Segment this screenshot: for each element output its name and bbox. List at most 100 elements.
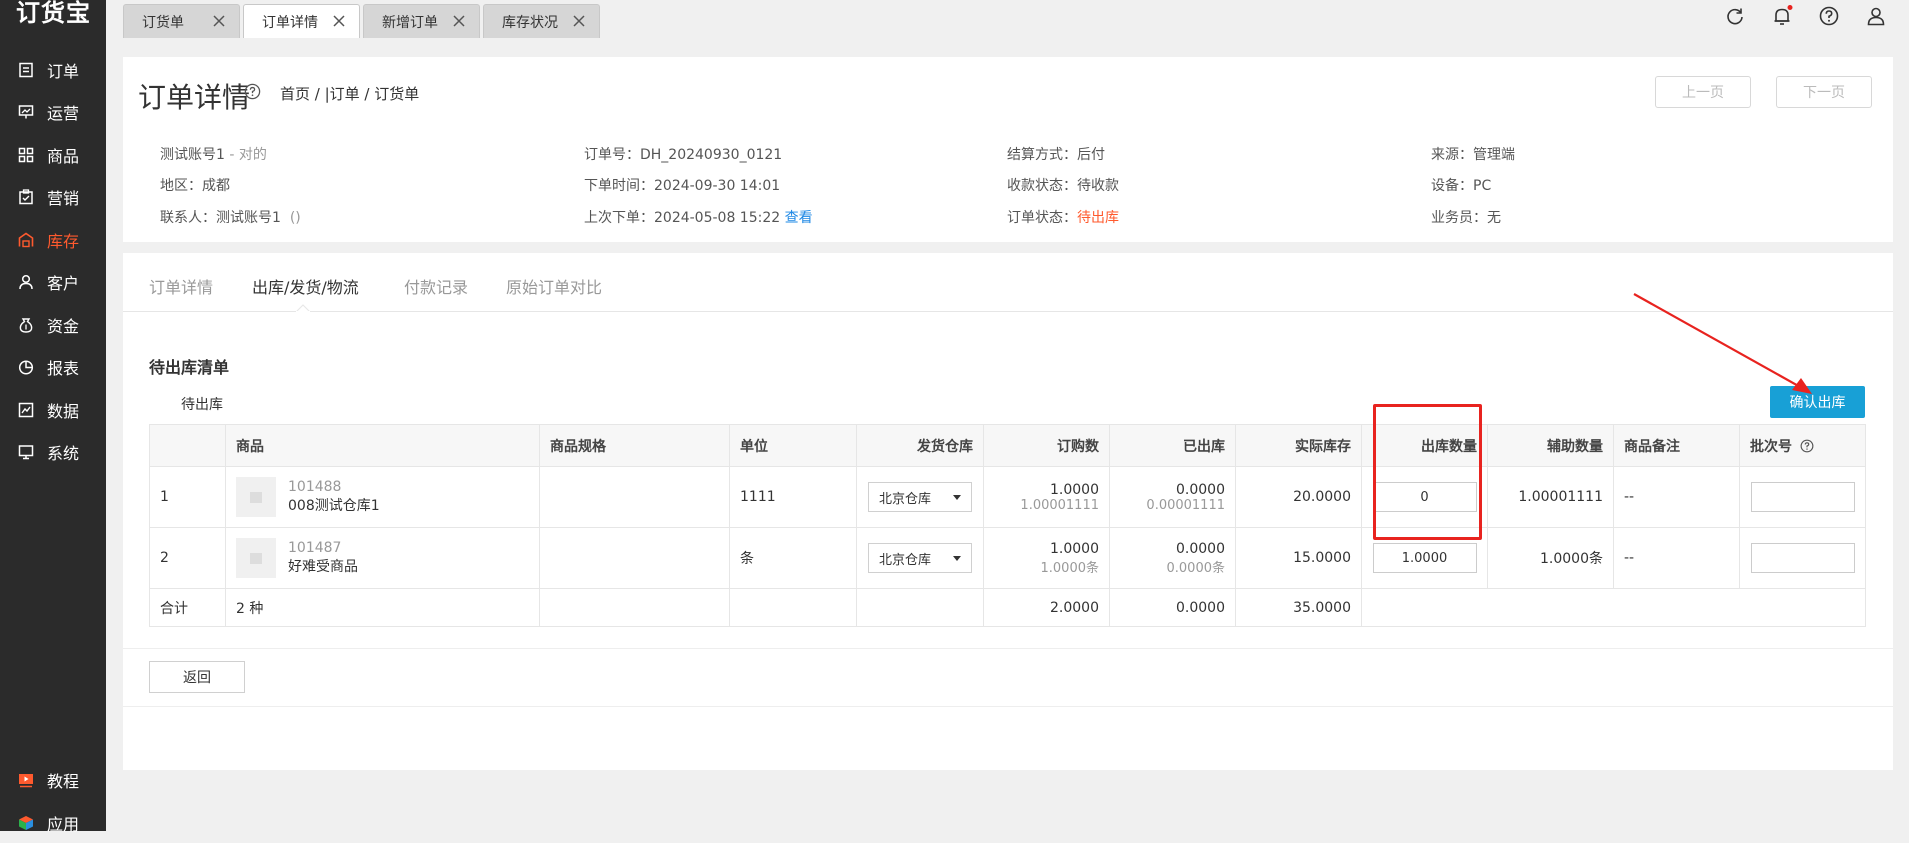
highlight-box xyxy=(1373,404,1482,540)
contact-paren: () xyxy=(289,210,301,226)
settle-info: 结算方式：后付 xyxy=(1007,144,1105,164)
total-kinds: 2 种 xyxy=(225,588,540,627)
view-last-order-link[interactable]: 查看 xyxy=(785,210,813,226)
warehouse-select[interactable]: 北京仓库 xyxy=(868,482,972,512)
close-icon[interactable] xyxy=(451,13,467,29)
tab-new-order[interactable]: 新增订单 xyxy=(363,4,480,38)
sidebar-item-inventory[interactable]: 库存 xyxy=(0,220,106,260)
contact-label: 联系人： xyxy=(160,210,216,226)
back-button[interactable]: 返回 xyxy=(149,661,245,693)
sidebar-item-system[interactable]: 系统 xyxy=(0,432,106,472)
product-code: 101488 xyxy=(288,479,342,495)
stock-cell: 15.0000 xyxy=(1235,527,1362,589)
help-icon[interactable] xyxy=(244,83,261,100)
refresh-icon[interactable] xyxy=(1724,5,1746,27)
col-product: 商品 xyxy=(225,424,540,467)
col-unit: 单位 xyxy=(729,424,857,467)
help-icon[interactable] xyxy=(1818,5,1840,27)
unit-cell: 条 xyxy=(729,527,857,589)
prev-page-button[interactable]: 上一页 xyxy=(1655,76,1751,108)
ordered-value: 1.0000 xyxy=(1050,540,1099,557)
salesman-info: 业务员：无 xyxy=(1431,207,1501,227)
product-cell: 101488 008测试仓库1 xyxy=(225,466,540,528)
ordered-sub: 1.0000条 xyxy=(1040,560,1100,576)
out-qty-input[interactable]: 1.0000 xyxy=(1372,543,1477,573)
sidebar-item-label: 商品 xyxy=(47,147,80,166)
ordered-value: 1.0000 xyxy=(1050,481,1099,498)
warehouse-select[interactable]: 北京仓库 xyxy=(868,543,972,573)
tab-stock-status[interactable]: 库存状况 xyxy=(483,4,600,38)
system-icon xyxy=(17,443,35,461)
remark-cell: -- xyxy=(1613,527,1740,589)
batch-input[interactable] xyxy=(1750,543,1855,573)
sidebar-item-label: 订单 xyxy=(47,62,80,81)
sidebar-item-marketing[interactable]: 营销 xyxy=(0,177,106,217)
contact-info: 联系人：测试账号1 () xyxy=(160,207,301,227)
col-aux-qty: 辅助数量 xyxy=(1487,424,1614,467)
batch-input[interactable] xyxy=(1750,482,1855,512)
annotation-arrow xyxy=(1633,293,1812,394)
divider xyxy=(123,706,1893,707)
table-row: 1 101488 008测试仓库1 1111 北京仓库 1.0000 1.0000… xyxy=(149,466,1866,528)
tab-label: 订货单 xyxy=(142,14,184,31)
tab-order-list[interactable]: 订货单 xyxy=(123,4,240,38)
tab-original-compare[interactable]: 原始订单对比 xyxy=(506,274,602,298)
tab-label: 库存状况 xyxy=(502,14,558,31)
bell-icon[interactable] xyxy=(1771,5,1793,27)
contact-value: 测试账号1 xyxy=(216,210,281,226)
close-icon[interactable] xyxy=(571,13,587,29)
sidebar-item-tutorial[interactable]: 教程 xyxy=(0,760,106,800)
total-ordered: 2.0000 xyxy=(983,588,1110,627)
tab-outbound-shipping[interactable]: 出库/发货/物流 xyxy=(252,274,359,298)
close-icon[interactable] xyxy=(331,13,347,29)
apps-icon xyxy=(17,814,35,832)
active-tab-indicator xyxy=(296,304,310,312)
close-icon[interactable] xyxy=(211,13,227,29)
order-time-value: 2024-09-30 14:01 xyxy=(654,178,781,194)
tab-order-detail-sub[interactable]: 订单详情 xyxy=(149,274,213,298)
order-no-info: 订单号：DH_20240930_0121 xyxy=(584,144,782,164)
sidebar-item-label: 数据 xyxy=(47,402,80,421)
product-code: 101487 xyxy=(288,540,342,556)
pay-status-label: 收款状态： xyxy=(1007,178,1077,194)
sidebar-item-order[interactable]: 订单 xyxy=(0,50,106,90)
sidebar-item-label: 报表 xyxy=(47,359,80,378)
table-header-row: 商品 商品规格 单位 发货仓库 订购数 已出库 实际库存 出库数量 辅助数量 商… xyxy=(149,424,1866,467)
breadcrumb[interactable]: 首页 / |订单 / 订货单 xyxy=(280,83,419,104)
stock-cell: 20.0000 xyxy=(1235,466,1362,528)
salesman-value: 无 xyxy=(1487,210,1501,226)
warehouse-cell: 北京仓库 xyxy=(856,466,984,528)
spec-cell xyxy=(539,527,730,589)
help-icon[interactable] xyxy=(1800,439,1814,453)
product-image-placeholder xyxy=(236,477,276,517)
next-page-button[interactable]: 下一页 xyxy=(1776,76,1872,108)
sidebar-item-apps[interactable]: 应用 xyxy=(0,803,106,843)
shipped-value: 0.0000 xyxy=(1176,481,1225,498)
shipped-sub: 0.00001111 xyxy=(1146,497,1225,513)
shipped-sub: 0.0000条 xyxy=(1166,560,1226,576)
region-value: 成都 xyxy=(202,178,230,194)
row-index: 1 xyxy=(149,466,226,528)
product-name[interactable]: 008测试仓库1 xyxy=(288,495,380,515)
table-total-row: 合计 2 种 2.0000 0.0000 35.0000 xyxy=(149,588,1866,627)
account-suffix: - 对的 xyxy=(224,147,267,163)
total-shipped: 0.0000 xyxy=(1109,588,1236,627)
tab-order-detail[interactable]: 订单详情 xyxy=(243,4,360,38)
account-name: 测试账号1 xyxy=(160,147,225,163)
last-order-info: 上次下单：2024-05-08 15:22 查看 xyxy=(584,207,813,227)
sidebar-item-data[interactable]: 数据 xyxy=(0,390,106,430)
sidebar-item-report[interactable]: 报表 xyxy=(0,347,106,387)
source-value: 管理端 xyxy=(1473,147,1515,163)
product-name[interactable]: 好难受商品 xyxy=(288,556,358,576)
sidebar-item-operation[interactable]: 运营 xyxy=(0,92,106,132)
batch-cell xyxy=(1739,466,1866,528)
ordered-sub: 1.00001111 xyxy=(1020,497,1099,513)
sidebar-item-funds[interactable]: 资金 xyxy=(0,305,106,345)
sidebar-item-product[interactable]: 商品 xyxy=(0,135,106,175)
sidebar-item-customer[interactable]: 客户 xyxy=(0,262,106,302)
user-icon[interactable] xyxy=(1865,5,1887,27)
total-stock: 35.0000 xyxy=(1235,588,1362,627)
order-no-value: DH_20240930_0121 xyxy=(640,147,783,163)
order-icon xyxy=(17,61,35,79)
tab-payment-records[interactable]: 付款记录 xyxy=(404,274,468,298)
